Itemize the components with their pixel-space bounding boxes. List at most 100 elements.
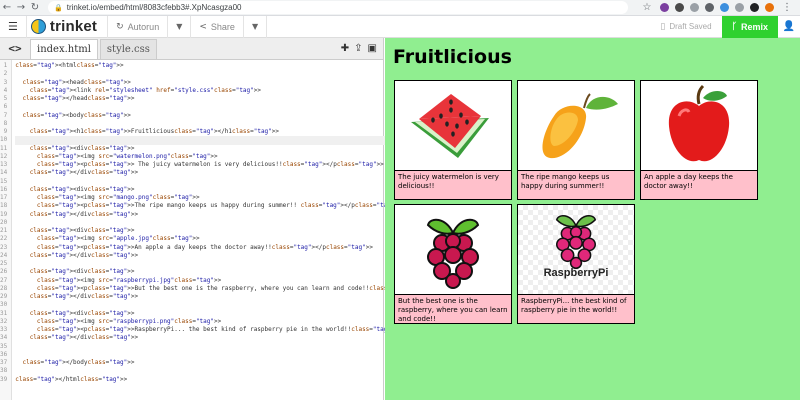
extension-icon[interactable]	[705, 3, 714, 12]
browser-menu-icon[interactable]: ⋮	[780, 1, 794, 15]
trinket-logo[interactable]: trinket	[27, 15, 109, 38]
card-caption: The ripe mango keeps us happy during sum…	[518, 170, 634, 199]
line-number: 10	[0, 136, 8, 144]
line-number: 33	[0, 326, 8, 333]
star-icon[interactable]: ☆	[640, 1, 654, 15]
remix-icon: ᚴ	[731, 21, 737, 32]
line-number: 27	[0, 276, 8, 284]
line-number: 39	[0, 375, 8, 383]
line-number: 7	[3, 111, 8, 119]
line-number: 12	[0, 152, 8, 160]
card-caption: The juicy watermelon is very delicious!!	[395, 170, 511, 199]
line-number: 4	[3, 86, 8, 94]
url-text: trinket.io/embed/html/8083cfebb3#.XpNcas…	[66, 3, 242, 12]
line-number: 11	[0, 144, 8, 152]
trinket-toolbar: ☰ trinket ↻ Autorun ▼ < Share ▼ ▯ Draft …	[0, 15, 800, 38]
line-gutter: 1 2 3 4 5 6 7 8 9 10 11 12 13 14 15 16 17 18 19 20 21 22 23 24 2…	[0, 60, 13, 400]
line-number: 34	[0, 334, 8, 342]
raspberrypi-logo-image: RaspberryPi	[518, 205, 634, 294]
draft-label: Draft Saved	[669, 22, 712, 31]
extension-icon[interactable]	[735, 3, 744, 12]
fruit-card: RaspberryPi RaspberryPi... the best kind…	[517, 204, 635, 324]
line-number: 6	[3, 103, 8, 111]
line-number: 14	[0, 169, 8, 177]
remix-button[interactable]: ᚴ Remix	[721, 15, 778, 38]
address-bar[interactable]: 🔒 trinket.io/embed/html/8083cfebb3#.XpNc…	[48, 1, 628, 14]
line-number: 1	[3, 62, 8, 69]
lock-icon: 🔒	[54, 3, 63, 12]
line-number: 16	[0, 185, 8, 193]
line-number: 36	[0, 350, 8, 358]
line-number: 26	[0, 268, 8, 276]
line-number: 9	[3, 128, 8, 135]
line-number: 28	[0, 284, 8, 292]
line-number: 31	[0, 309, 8, 317]
line-number: 8	[3, 119, 8, 127]
line-number: 15	[0, 177, 8, 185]
profile-avatar[interactable]	[765, 3, 774, 12]
line-number: 25	[0, 260, 8, 267]
line-number: 21	[0, 227, 8, 234]
line-number: 5	[3, 95, 8, 102]
forward-icon[interactable]: →	[14, 1, 28, 15]
user-icon[interactable]: 👤	[778, 16, 800, 38]
card-caption: An apple a day keeps the doctor away!!	[641, 170, 757, 199]
line-number: 19	[0, 210, 8, 218]
line-number: 32	[0, 317, 8, 325]
card-caption: But the best one is the raspberry, where…	[395, 294, 511, 323]
logo-text: trinket	[49, 18, 98, 35]
reload-icon[interactable]: ↻	[28, 1, 42, 15]
line-number: 24	[0, 251, 8, 259]
share-dropdown[interactable]: ▼	[244, 15, 268, 38]
share-label: Share	[210, 21, 235, 32]
back-icon[interactable]: ←	[0, 1, 14, 15]
card-caption: RaspberryPi... the best kind of raspberr…	[518, 294, 634, 323]
result-preview: Fruitlicious The juicy watermelon is ver…	[385, 38, 800, 400]
share-icon: <	[199, 21, 207, 32]
line-number: 38	[0, 367, 8, 375]
line-number: 30	[0, 301, 8, 309]
browser-chrome: ← → ↻ 🔒 trinket.io/embed/html/8083cfebb3…	[0, 0, 800, 16]
code-view-toggle-icon[interactable]: <>	[0, 37, 30, 59]
extension-icon[interactable]	[675, 3, 684, 12]
line-number: 17	[0, 194, 8, 201]
autorun-button[interactable]: ↻ Autorun	[108, 15, 169, 38]
extension-icon[interactable]	[690, 3, 699, 12]
raspberry-image	[395, 205, 511, 294]
menu-icon[interactable]: ☰	[0, 15, 27, 38]
add-file-icon[interactable]: ✚	[341, 43, 349, 54]
code-editor: <> index.html style.css ✚ ⇪ ▣ 1234567891…	[0, 38, 471, 400]
fruit-card: The juicy watermelon is very delicious!!	[394, 80, 512, 200]
trinket-logo-icon	[30, 19, 46, 34]
line-number: 18	[0, 202, 8, 210]
image-library-icon[interactable]: ▣	[368, 43, 377, 54]
extension-icon[interactable]	[720, 3, 729, 12]
autorun-label: Autorun	[127, 21, 160, 32]
line-number: 13	[0, 161, 8, 168]
line-number: 22	[0, 235, 8, 243]
share-button[interactable]: < Share	[191, 15, 244, 38]
line-number: 35	[0, 342, 8, 350]
remix-label: Remix	[740, 21, 768, 32]
upload-icon[interactable]: ⇪	[354, 43, 362, 54]
extension-icon[interactable]	[750, 3, 759, 12]
line-number: 23	[0, 243, 8, 251]
tab-index-html[interactable]: index.html	[30, 39, 98, 59]
document-icon: ▯	[660, 21, 666, 32]
tab-style-css[interactable]: style.css	[99, 39, 157, 59]
chevron-down-icon: ▼	[176, 22, 183, 31]
line-number: 2	[3, 70, 8, 78]
file-tabs: <> index.html style.css ✚ ⇪ ▣	[0, 38, 383, 60]
line-number: 29	[0, 293, 8, 300]
autorun-dropdown[interactable]: ▼	[168, 15, 192, 38]
draft-status: ▯ Draft Saved	[650, 22, 721, 32]
fruit-card: An apple a day keeps the doctor away!!	[640, 80, 758, 200]
page-title: Fruitlicious	[393, 46, 512, 68]
chevron-down-icon: ▼	[251, 22, 259, 31]
code-area[interactable]: 1 2 3 4 5 6 7 8 9 10 11 12 13 14 15 16 17 18 19 20 21 22 23 24 2…	[0, 60, 471, 400]
line-number: 20	[0, 218, 8, 226]
line-number: 3	[3, 78, 8, 86]
line-number: 37	[0, 359, 8, 366]
apple-image	[641, 81, 757, 170]
extension-icon[interactable]	[660, 3, 669, 12]
